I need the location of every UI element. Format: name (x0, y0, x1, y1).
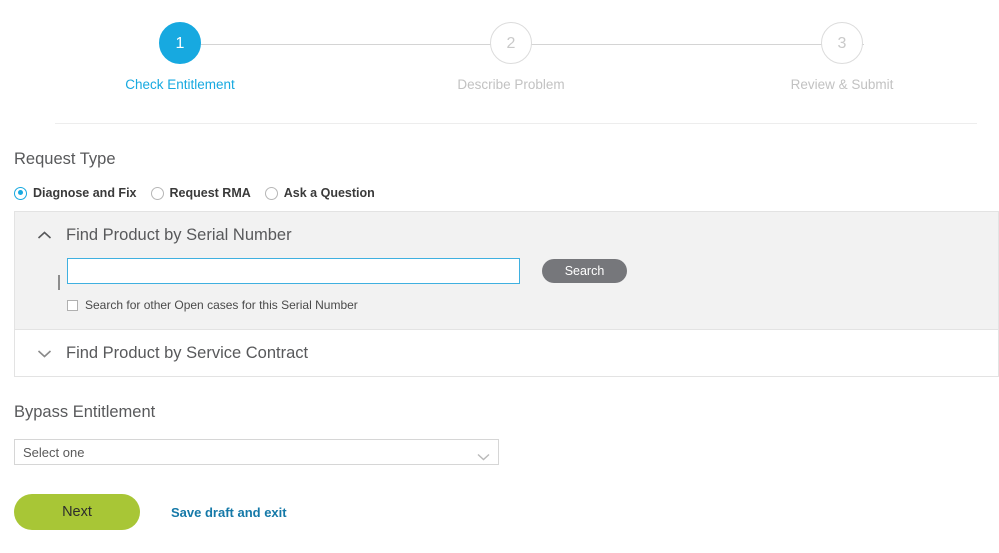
serial-search-row: Search (67, 258, 998, 284)
text-cursor (58, 275, 60, 290)
bypass-entitlement-title: Bypass Entitlement (14, 403, 156, 421)
accordion-header-service-contract[interactable]: Find Product by Service Contract (15, 330, 998, 376)
bypass-entitlement-selected-value: Select one (23, 444, 85, 460)
checkbox-icon-unchecked (67, 299, 78, 311)
serial-number-input[interactable] (67, 258, 520, 284)
stepper-step-1[interactable]: 1 Check Entitlement (90, 22, 270, 92)
accordion-panel-service-contract: Find Product by Service Contract (14, 329, 999, 377)
radio-ask-a-question[interactable]: Ask a Question (264, 186, 375, 200)
accordion-header-serial-number[interactable]: Find Product by Serial Number (15, 212, 998, 258)
open-cases-checkbox-label: Search for other Open cases for this Ser… (85, 298, 358, 312)
accordion-panel-serial-number: Find Product by Serial Number Search Sea… (14, 211, 999, 329)
progress-stepper: 1 Check Entitlement 2 Describe Problem 3… (0, 0, 999, 100)
chevron-down-icon (37, 349, 52, 358)
accordion-title-service-contract: Find Product by Service Contract (66, 343, 309, 362)
chevron-up-icon (37, 230, 52, 240)
stepper-step-1-label: Check Entitlement (125, 77, 235, 92)
radio-icon (150, 186, 164, 200)
entitlement-accordion: Find Product by Serial Number Search Sea… (14, 211, 999, 377)
radio-ask-a-question-label: Ask a Question (283, 186, 375, 200)
stepper-step-1-circle: 1 (159, 22, 201, 64)
search-button[interactable]: Search (542, 259, 627, 283)
header-divider (55, 123, 977, 124)
stepper-step-3-label: Review & Submit (790, 77, 894, 92)
stepper-step-2[interactable]: 2 Describe Problem (421, 22, 601, 92)
radio-icon-selected (14, 186, 27, 200)
radio-request-rma[interactable]: Request RMA (150, 186, 251, 200)
stepper-step-2-label: Describe Problem (457, 77, 565, 92)
stepper-step-2-circle: 2 (490, 22, 532, 64)
radio-request-rma-label: Request RMA (169, 186, 251, 200)
form-footer: Next Save draft and exit (14, 494, 999, 530)
stepper-step-3-circle: 3 (821, 22, 863, 64)
accordion-body-serial-number: Search Search for other Open cases for t… (15, 258, 998, 329)
request-type-title: Request Type (14, 150, 116, 168)
save-draft-and-exit-link[interactable]: Save draft and exit (171, 505, 287, 520)
bypass-entitlement-select[interactable]: Select one (14, 439, 499, 465)
next-button[interactable]: Next (14, 494, 140, 530)
stepper-step-3[interactable]: 3 Review & Submit (752, 22, 932, 92)
radio-diagnose-and-fix[interactable]: Diagnose and Fix (14, 186, 137, 200)
radio-icon (264, 186, 278, 200)
open-cases-checkbox-row[interactable]: Search for other Open cases for this Ser… (67, 298, 998, 312)
bypass-entitlement-select-wrap: Select one (14, 439, 499, 465)
request-type-radio-group: Diagnose and Fix Request RMA Ask a Quest… (14, 186, 999, 200)
radio-diagnose-and-fix-label: Diagnose and Fix (33, 186, 137, 200)
accordion-title-serial-number: Find Product by Serial Number (66, 225, 292, 244)
chevron-down-icon (477, 448, 490, 461)
